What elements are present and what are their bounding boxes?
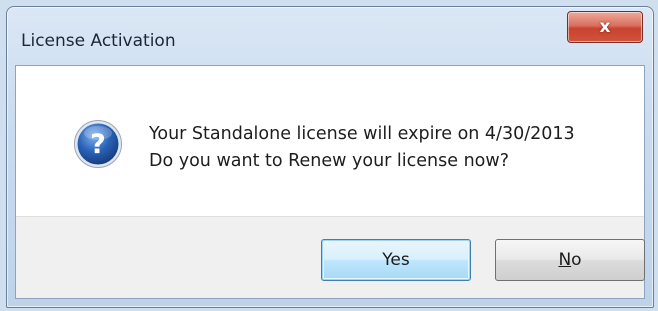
no-mnemonic: N (558, 250, 572, 270)
question-glyph: ? (90, 129, 106, 160)
message-line-1: Your Standalone license will expire on 4… (149, 124, 575, 144)
title-bar[interactable]: License Activation x (7, 7, 653, 65)
no-button-label: No (558, 250, 581, 270)
no-button[interactable]: No (495, 239, 645, 281)
message-area: ? Your Standalone license will expire on… (16, 66, 644, 216)
yes-button-label: Yes (382, 250, 410, 270)
window-title: License Activation (21, 31, 176, 51)
dialog-window: License Activation x ? Your Standalone l… (6, 6, 654, 308)
message-line-2: Do you want to Renew your license now? (149, 151, 509, 171)
question-icon: ? (74, 120, 122, 168)
dialog-message: Your Standalone license will expire on 4… (149, 121, 575, 175)
close-button[interactable]: x (567, 11, 643, 43)
button-bar: Yes No (16, 216, 645, 298)
close-icon: x (599, 16, 611, 37)
yes-button[interactable]: Yes (321, 239, 471, 281)
no-label-rest: o (571, 250, 582, 270)
dialog-client-area: ? Your Standalone license will expire on… (15, 65, 645, 299)
